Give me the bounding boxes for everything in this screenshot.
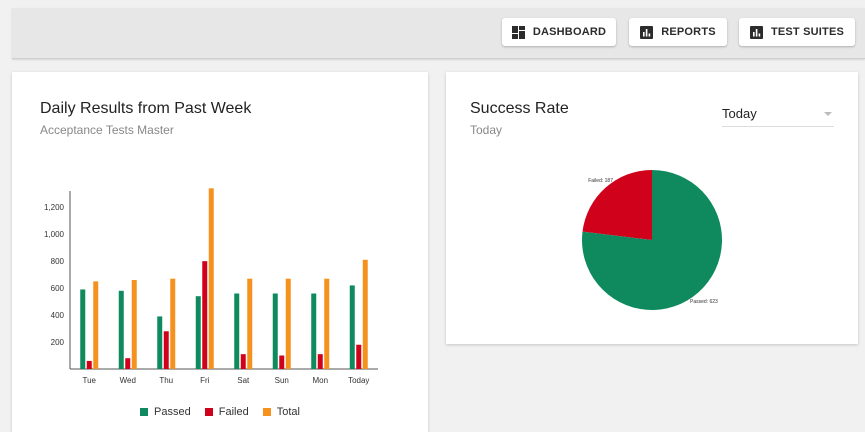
y-tick-label: 600: [51, 284, 65, 293]
bar-passed: [157, 316, 163, 369]
success-rate-card: Success Rate Today Today Failed: 187 Pass…: [446, 72, 858, 344]
x-tick-label: Fri: [200, 376, 210, 385]
bar-failed: [317, 354, 323, 369]
bar-total: [131, 280, 137, 369]
y-tick-label: 200: [51, 338, 65, 347]
bar-passed: [349, 285, 355, 369]
bar-failed: [279, 355, 285, 369]
success-rate-pie-chart: Failed: 187 Passed: 623: [582, 170, 722, 310]
y-tick-label: 800: [51, 257, 65, 266]
bar-failed: [240, 354, 246, 369]
bar-failed: [163, 331, 169, 369]
bar-total: [285, 278, 291, 369]
bar-failed: [125, 358, 131, 369]
pie-label-passed: Passed: 623: [690, 299, 718, 305]
bar-chart-icon: [749, 25, 763, 39]
x-tick-label: Sun: [275, 376, 289, 385]
bar-failed: [86, 360, 92, 369]
legend-item-passed: Passed: [140, 406, 191, 418]
x-tick-label: Mon: [312, 376, 328, 385]
bar-passed: [272, 293, 278, 369]
bar-passed: [234, 293, 240, 369]
daily-results-bar-chart: 200 400 600 800 1,000 1,200 Tue Wed Thu Fri Sat Sun…: [44, 188, 378, 385]
x-tick-label: Wed: [120, 376, 136, 385]
test-suites-button[interactable]: TEST SUITES: [739, 18, 855, 46]
bar-total: [170, 278, 176, 369]
x-tick-label: Sat: [237, 376, 250, 385]
bar-passed: [195, 296, 201, 369]
bar-failed: [356, 344, 362, 369]
bar-total: [208, 188, 214, 369]
legend-item-total: Total: [262, 406, 300, 418]
bar-total: [93, 281, 99, 369]
bar-chart-icon: [640, 25, 654, 39]
bar-passed: [118, 290, 124, 369]
y-tick-label: 1,000: [44, 230, 65, 239]
legend-label-passed: Passed: [154, 406, 191, 418]
legend-label-failed: Failed: [218, 406, 249, 418]
legend-swatch-failed: [204, 408, 213, 416]
chart-legend: Passed Failed Total: [12, 406, 428, 418]
pie-label-failed: Failed: 187: [588, 178, 613, 184]
dashboard-button-label: DASHBOARD: [532, 26, 607, 38]
dashboard-icon: [511, 25, 525, 39]
bar-failed: [202, 261, 208, 369]
x-tick-label: Tue: [83, 376, 97, 385]
bar-total: [324, 278, 330, 369]
bar-passed: [311, 293, 317, 369]
reports-button[interactable]: REPORTS: [629, 18, 727, 46]
y-tick-label: 400: [51, 311, 65, 320]
daily-results-card: Daily Results from Past Week Acceptance …: [12, 72, 428, 432]
bar-total: [362, 259, 368, 369]
bar-total: [247, 278, 253, 369]
y-tick-label: 1,200: [44, 203, 65, 212]
top-toolbar: DASHBOARD REPORTS TEST SUITES: [12, 8, 865, 59]
legend-item-failed: Failed: [204, 406, 249, 418]
test-suites-button-label: TEST SUITES: [770, 26, 845, 38]
x-tick-label: Today: [348, 376, 369, 385]
legend-label-total: Total: [276, 406, 300, 418]
bar-passed: [80, 289, 86, 369]
reports-button-label: REPORTS: [661, 26, 716, 38]
legend-swatch-passed: [140, 408, 149, 416]
dashboard-button[interactable]: DASHBOARD: [502, 18, 616, 46]
x-tick-label: Thu: [159, 376, 173, 385]
legend-swatch-total: [262, 408, 271, 416]
